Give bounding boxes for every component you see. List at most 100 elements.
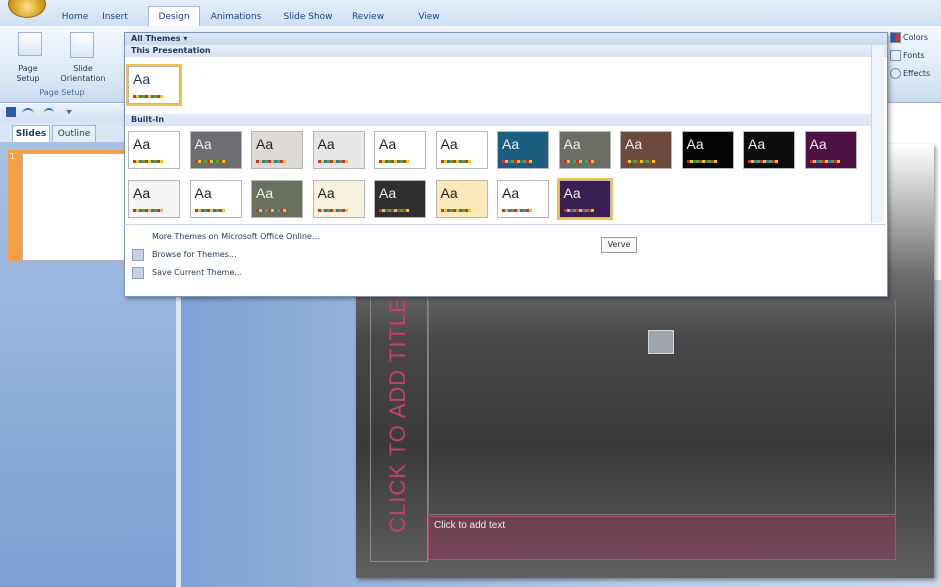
colors-label: Colors <box>903 33 929 42</box>
title-placeholder[interactable]: CLICK TO ADD TITLE <box>370 270 426 560</box>
theme-tile-text: Aa <box>440 136 458 152</box>
theme-tile[interactable]: Aa <box>374 180 426 218</box>
ribbon-tab-bar: Home Insert Design Animations Slide Show… <box>0 0 941 27</box>
theme-tile-text: Aa <box>563 185 581 201</box>
colors-option[interactable]: Colors <box>890 32 928 44</box>
gallery-scrollbar[interactable] <box>871 45 884 223</box>
theme-color-swatch <box>194 209 225 212</box>
customize-dropdown-icon[interactable] <box>66 110 72 114</box>
theme-tile[interactable]: Aa <box>620 131 672 169</box>
tab-slides[interactable]: Slides <box>12 125 50 142</box>
browse-themes-link[interactable]: Browse for Themes... <box>132 247 237 263</box>
theme-tile[interactable]: Aa <box>251 131 303 169</box>
theme-tile[interactable]: Aa <box>681 131 734 169</box>
theme-tile[interactable]: Aa <box>497 131 549 169</box>
theme-color-swatch <box>440 209 471 212</box>
theme-tile-text: Aa <box>317 136 335 152</box>
theme-color-swatch <box>379 209 409 212</box>
save-theme-link[interactable]: Save Current Theme... <box>132 265 242 281</box>
pane-splitter[interactable] <box>176 280 181 587</box>
tab-view[interactable]: View <box>412 9 446 26</box>
content-placeholder-icon[interactable] <box>648 330 674 354</box>
theme-tile[interactable]: Aa <box>374 131 426 169</box>
theme-tile[interactable]: Aa <box>558 131 611 169</box>
fonts-label: Fonts <box>903 51 925 60</box>
theme-color-swatch <box>256 209 286 212</box>
effects-option[interactable]: Effects <box>890 68 930 80</box>
slides-outline-tabs: Slides Outline <box>0 122 125 143</box>
theme-tooltip: Verve <box>601 237 637 253</box>
theme-color-swatch <box>440 160 471 163</box>
fonts-option[interactable]: Fonts <box>890 50 925 62</box>
tab-outline[interactable]: Outline <box>52 125 96 142</box>
more-themes-online-link[interactable]: More Themes on Microsoft Office Online..… <box>132 229 319 245</box>
theme-tile-text: Aa <box>256 185 274 201</box>
theme-tile[interactable]: Aa <box>804 131 857 169</box>
theme-tile[interactable]: Aa <box>128 180 180 218</box>
theme-color-swatch <box>379 160 409 163</box>
title-placeholder-text: CLICK TO ADD TITLE <box>385 297 410 533</box>
quick-access-toolbar <box>0 104 125 122</box>
theme-tile[interactable]: Aa <box>556 178 613 220</box>
theme-color-swatch <box>625 160 655 163</box>
theme-tile[interactable]: Aa <box>743 131 795 169</box>
section-this-presentation: This Presentation <box>125 45 887 57</box>
theme-tile-text: Aa <box>625 136 643 152</box>
office-button[interactable] <box>8 0 46 18</box>
theme-color-swatch <box>502 160 532 163</box>
theme-color-swatch <box>686 160 717 163</box>
theme-tile-text: Aa <box>563 136 581 152</box>
theme-tile-text: Aa <box>133 136 151 152</box>
theme-tile[interactable]: Aa <box>435 131 488 169</box>
theme-tile-text: Aa <box>809 136 827 152</box>
save-theme-icon <box>132 266 144 279</box>
group-label-page-setup: Page Setup <box>39 88 85 97</box>
page-setup-icon[interactable] <box>18 32 42 56</box>
theme-tile-text: Aa <box>686 136 704 152</box>
theme-tile-text: Aa <box>379 136 397 152</box>
theme-tile[interactable]: Aa <box>251 180 303 218</box>
undo-icon[interactable] <box>22 108 34 118</box>
page-setup-button[interactable]: Page Setup <box>8 64 48 84</box>
tab-review[interactable]: Review <box>348 9 388 26</box>
redo-icon[interactable] <box>44 108 54 118</box>
slide-orientation-icon[interactable] <box>70 32 94 58</box>
theme-tile-text: Aa <box>194 136 212 152</box>
gallery-title-text: All Themes <box>131 34 181 43</box>
slide-number: 1 <box>10 152 16 161</box>
theme-tile[interactable]: Aa <box>312 180 365 218</box>
slide-orientation-button[interactable]: Slide Orientation <box>50 64 116 84</box>
browse-themes-label: Browse for Themes... <box>152 250 237 259</box>
theme-tile[interactable]: Aa <box>189 131 242 169</box>
theme-color-swatch <box>256 160 286 163</box>
theme-tile-text: Aa <box>502 185 520 201</box>
theme-tile[interactable]: Aa <box>312 131 365 169</box>
text-placeholder-label: Click to add text <box>434 520 506 531</box>
tab-home[interactable]: Home <box>56 9 94 26</box>
tab-design[interactable]: Design <box>148 6 200 27</box>
gallery-title[interactable]: All Themes ▾ <box>125 33 887 45</box>
theme-current[interactable]: Aa <box>126 64 182 106</box>
theme-tile[interactable]: Aa <box>189 180 242 218</box>
save-icon[interactable] <box>6 107 16 117</box>
theme-tile-text: Aa <box>502 136 520 152</box>
slide-thumbnail[interactable] <box>22 153 128 261</box>
theme-color-swatch <box>809 160 840 163</box>
save-theme-label: Save Current Theme... <box>152 268 242 277</box>
theme-tile[interactable]: Aa <box>497 180 549 218</box>
theme-tile-text: Aa <box>317 185 335 201</box>
blank-icon <box>132 231 144 243</box>
theme-tile-text: Aa <box>194 185 212 201</box>
effects-icon <box>890 68 901 79</box>
theme-tile-text: Aa <box>133 71 151 87</box>
theme-tile-text: Aa <box>748 136 766 152</box>
fonts-icon <box>890 50 901 61</box>
tab-animations[interactable]: Animations <box>206 9 266 26</box>
tab-slide-show[interactable]: Slide Show <box>278 9 338 26</box>
theme-tile[interactable]: Aa <box>128 131 180 169</box>
theme-tile[interactable]: Aa <box>435 180 488 218</box>
theme-tile-text: Aa <box>379 185 397 201</box>
theme-color-swatch <box>194 160 225 163</box>
tab-insert[interactable]: Insert <box>98 9 132 26</box>
theme-tile-text: Aa <box>256 136 274 152</box>
